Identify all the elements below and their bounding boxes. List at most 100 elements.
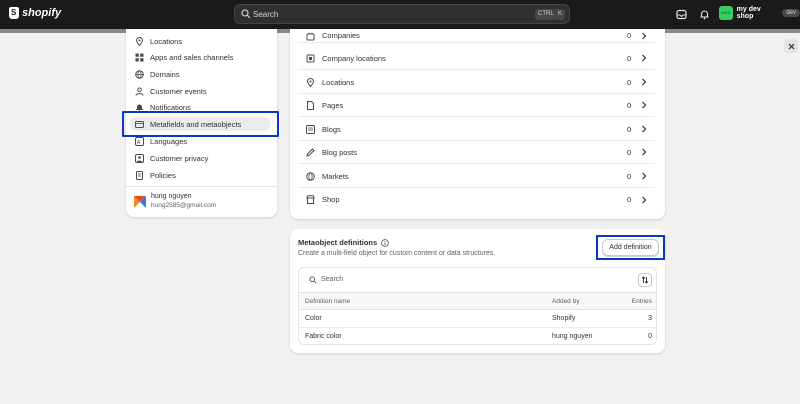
row-label: Blogs: [322, 124, 341, 134]
sort-icon: [641, 276, 649, 284]
metaobject-description: Create a multi-field object for custom c…: [298, 250, 496, 257]
search-icon: [309, 276, 317, 284]
privacy-icon: [135, 153, 144, 163]
definition-name: Fabric color: [305, 333, 342, 340]
row-label: Locations: [322, 77, 355, 87]
add-definition-highlight-box: [596, 235, 665, 260]
row-count: 0: [627, 53, 632, 63]
kbd-ctrl: CTRL: [535, 9, 557, 20]
kbd-k: K: [555, 9, 566, 20]
metafield-row-shop[interactable]: Shop 0: [298, 188, 655, 211]
column-header-definition-name: Definition name: [305, 298, 351, 305]
entries-count: 0: [648, 333, 652, 340]
entries-count: 3: [648, 315, 652, 322]
added-by: hung nguyen: [552, 333, 593, 340]
pencil-icon: [306, 147, 315, 157]
shopify-bag-icon: [9, 7, 19, 19]
row-label: Company locations: [322, 53, 386, 63]
row-label: Markets: [322, 171, 349, 181]
row-count: 0: [627, 124, 632, 134]
metafield-row-locations[interactable]: Locations 0: [298, 71, 655, 94]
metaobject-table: Search Definition name Added by Entries …: [298, 267, 657, 345]
chevron-right-icon: [642, 101, 647, 109]
sidebar-item-label: Customer privacy: [150, 153, 209, 163]
chevron-right-icon: [642, 172, 647, 180]
shop-icon: [306, 195, 315, 204]
sidebar-item-customer-privacy[interactable]: Customer privacy: [134, 151, 270, 165]
globe-icon: [135, 69, 144, 79]
table-search-placeholder: Search: [321, 276, 344, 283]
close-button[interactable]: [784, 39, 798, 53]
company-location-icon: [306, 54, 315, 62]
sidebar-item-domains[interactable]: Domains: [134, 67, 270, 81]
blog-icon: [306, 124, 315, 134]
metaobject-section-title: Metaobject definitions: [298, 238, 389, 247]
sidebar-item-label: Domains: [150, 69, 180, 79]
metafield-row-company-locations[interactable]: Company locations 0: [298, 47, 655, 70]
logo-text: shopify: [22, 7, 62, 19]
apps-icon: [135, 53, 144, 61]
sidebar-item-customer-events[interactable]: Customer events: [134, 84, 270, 98]
sidebar-item-label: Locations: [150, 36, 183, 46]
nav-divider: [126, 186, 277, 187]
row-count: 0: [627, 147, 632, 157]
metafield-row-blog-posts[interactable]: Blog posts 0: [298, 141, 655, 164]
metafield-row-blogs[interactable]: Blogs 0: [298, 118, 655, 141]
table-header: Definition name Added by Entries: [299, 292, 656, 310]
location-icon: [306, 77, 315, 87]
sidebar-item-policies[interactable]: Policies: [134, 168, 270, 182]
row-label: Pages: [322, 100, 344, 110]
column-header-entries: Entries: [631, 298, 652, 305]
companies-icon: [306, 32, 315, 41]
search-label: Search: [253, 10, 279, 19]
row-label: Companies: [322, 31, 360, 40]
metafield-row-companies[interactable]: Companies 0: [298, 29, 655, 43]
row-count: 0: [627, 77, 632, 87]
sort-button[interactable]: [638, 273, 652, 287]
metafield-row-markets[interactable]: Markets 0: [298, 165, 655, 188]
global-search[interactable]: Search CTRL K: [234, 4, 570, 24]
row-count: 0: [627, 171, 632, 181]
row-count: 0: [627, 31, 632, 40]
sidebar-item-apps[interactable]: Apps and sales channels: [134, 50, 270, 64]
column-header-added-by: Added by: [552, 298, 580, 305]
customer-events-icon: [135, 87, 144, 96]
row-label: Shop: [322, 195, 340, 204]
table-search[interactable]: Search: [299, 268, 656, 292]
dev-badge: dev: [782, 9, 800, 17]
close-icon: [788, 43, 794, 49]
row-count: 0: [627, 100, 632, 110]
metafield-row-pages[interactable]: Pages 0: [298, 94, 655, 117]
definition-name: Color: [305, 315, 322, 322]
page-icon: [307, 100, 314, 110]
store-switcher[interactable]: MDS my dev shop dev: [719, 6, 800, 20]
account-owner[interactable]: hung nguyen hung2585@gmail.com: [134, 193, 216, 209]
user-email: hung2585@gmail.com: [151, 202, 217, 209]
user-avatar: [134, 196, 146, 208]
sidebar-item-label: Apps and sales channels: [150, 52, 234, 62]
chevron-right-icon: [642, 148, 647, 156]
location-icon: [135, 36, 144, 46]
info-icon[interactable]: [381, 238, 389, 247]
table-row[interactable]: Color Shopify 3: [299, 310, 656, 328]
sidebar-item-label: Languages: [150, 136, 188, 146]
store-avatar: MDS: [719, 6, 733, 20]
inbox-icon[interactable]: [676, 9, 687, 20]
chevron-right-icon: [642, 125, 647, 133]
svg-text:A: A: [137, 139, 141, 145]
store-name: my dev shop: [736, 6, 761, 20]
sidebar-item-label: Policies: [150, 170, 176, 180]
chevron-right-icon: [642, 32, 647, 40]
row-label: Blog posts: [322, 147, 358, 157]
chevron-right-icon: [642, 196, 647, 203]
sidebar-item-languages[interactable]: A Languages: [134, 134, 270, 148]
table-row[interactable]: Fabric color hung nguyen 0: [299, 328, 656, 344]
metaobject-title-text: Metaobject definitions: [298, 238, 378, 247]
added-by: Shopify: [552, 315, 576, 322]
policy-icon: [136, 170, 143, 180]
sidebar-item-label: Customer events: [150, 86, 207, 96]
bell-icon[interactable]: [699, 9, 710, 20]
language-icon: A: [135, 136, 144, 146]
sidebar-item-locations[interactable]: Locations: [134, 34, 270, 48]
shopify-logo[interactable]: shopify: [9, 7, 61, 19]
